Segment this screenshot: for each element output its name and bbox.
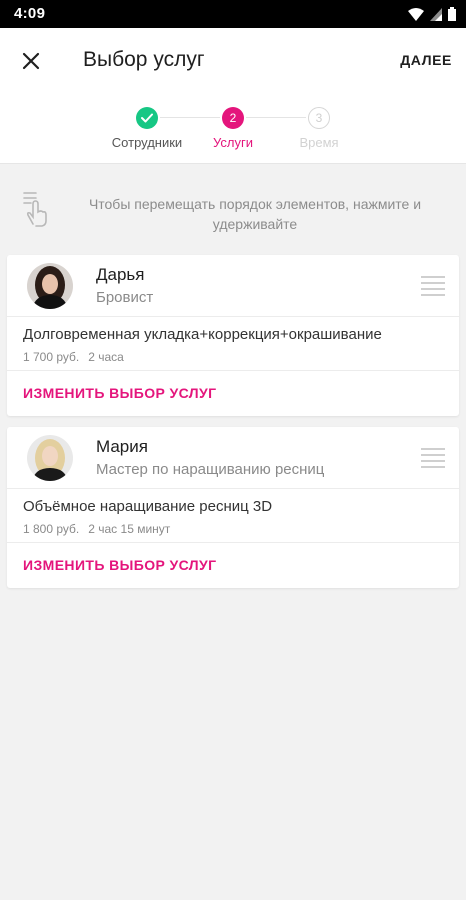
drag-handle-icon[interactable] [421,448,445,468]
step-label: Время [299,135,339,150]
status-bar: 4:09 [0,0,466,28]
step-employees: Сотрудники [102,107,192,150]
page-title: Выбор услуг [83,48,205,71]
change-services-label: ИЗМЕНИТЬ ВЫБОР УСЛУГ [23,385,217,401]
battery-icon [448,7,456,21]
employee-card-header[interactable]: Дарья Бровист [7,255,459,317]
step-number: 3 [308,107,330,129]
wifi-icon [408,7,424,21]
reorder-hint: Чтобы перемещать порядок элементов, нажм… [0,164,466,254]
employee-name: Мария [96,437,148,456]
service-duration: 2 час 15 минут [88,522,171,536]
step-done-check-icon [136,107,158,129]
drag-handle-icon[interactable] [421,276,445,296]
avatar [27,263,73,309]
employee-role: Бровист [96,289,154,306]
avatar [27,435,73,481]
service-duration: 2 часа [88,350,124,364]
service-name: Долговременная укладка+коррекция+окрашив… [23,326,382,343]
change-services-label: ИЗМЕНИТЬ ВЫБОР УСЛУГ [23,557,217,573]
service-meta: 1 700 руб. 2 часа [23,350,124,364]
close-button[interactable] [14,44,48,78]
service-name: Объёмное наращивание ресниц 3D [23,498,273,515]
stepper: Сотрудники 2 Услуги 3 Время [0,94,466,164]
step-label: Услуги [213,135,253,150]
employee-role: Мастер по наращиванию ресниц [96,461,325,478]
step-label: Сотрудники [111,135,183,150]
employee-name: Дарья [96,265,145,284]
service-price: 1 700 руб. [23,350,80,364]
employee-card: Мария Мастер по наращиванию ресниц Объём… [7,427,459,588]
hint-text: Чтобы перемещать порядок элементов, нажм… [88,196,422,232]
touch-hold-icon [23,192,47,227]
app-bar: Выбор услуг ДАЛЕЕ [0,28,466,94]
change-services-button[interactable]: ИЗМЕНИТЬ ВЫБОР УСЛУГ [7,543,459,587]
change-services-button[interactable]: ИЗМЕНИТЬ ВЫБОР УСЛУГ [7,371,459,415]
status-icons [408,6,456,22]
next-button[interactable]: ДАЛЕЕ [400,52,452,68]
step-time: 3 Время [274,107,364,150]
service-item: Долговременная укладка+коррекция+окрашив… [7,317,459,371]
status-time: 4:09 [14,5,46,22]
close-icon [22,52,40,70]
employee-card: Дарья Бровист Долговременная укладка+кор… [7,255,459,416]
service-item: Объёмное наращивание ресниц 3D 1 800 руб… [7,489,459,543]
service-price: 1 800 руб. [23,522,80,536]
signal-icon [430,7,442,21]
employee-card-header[interactable]: Мария Мастер по наращиванию ресниц [7,427,459,489]
step-services: 2 Услуги [188,107,278,150]
step-number: 2 [222,107,244,129]
service-meta: 1 800 руб. 2 час 15 минут [23,522,170,536]
